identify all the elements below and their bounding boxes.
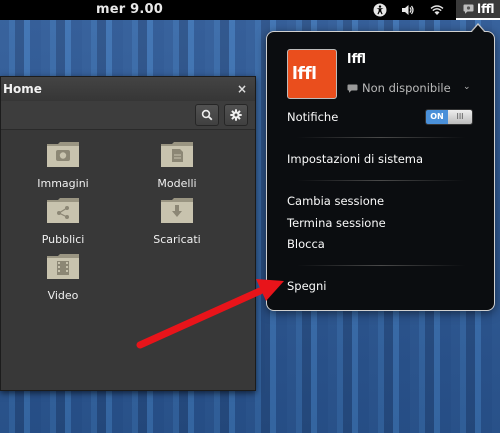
settings-button[interactable] bbox=[224, 104, 248, 126]
lock-item[interactable]: Blocca bbox=[287, 237, 325, 251]
folder-item-videos[interactable]: Video bbox=[23, 252, 103, 302]
avatar[interactable]: lffl bbox=[287, 49, 337, 99]
accessibility-icon[interactable] bbox=[373, 3, 387, 17]
avatar-logo-text: lffl bbox=[292, 64, 317, 84]
window-toolbar bbox=[1, 101, 255, 130]
item-label: Video bbox=[47, 289, 79, 302]
system-settings-item[interactable]: Impostazioni di sistema bbox=[287, 152, 423, 166]
toggle-knob: III bbox=[448, 110, 472, 124]
folder-item-public[interactable]: Pubblici bbox=[23, 196, 103, 246]
notifications-toggle[interactable]: ON III bbox=[425, 109, 473, 125]
downloads-folder-icon bbox=[161, 198, 193, 223]
menu-separator bbox=[297, 137, 465, 138]
user-menu-button[interactable]: lffl bbox=[456, 0, 500, 20]
item-label: Scaricati bbox=[153, 233, 201, 246]
user-menu-popup: lffl lffl Non disponibile ⌄ Notifiche ON… bbox=[266, 31, 495, 311]
status-text: Non disponibile bbox=[362, 81, 451, 95]
pictures-folder-icon bbox=[47, 142, 79, 167]
volume-icon[interactable] bbox=[401, 3, 415, 17]
public-folder-icon bbox=[47, 198, 79, 223]
file-icon-view[interactable]: Immagini Modelli Pubblici Scaricati Vide… bbox=[1, 130, 255, 390]
folder-item-downloads[interactable]: Scaricati bbox=[137, 196, 217, 246]
log-out-item[interactable]: Termina sessione bbox=[287, 216, 386, 230]
menu-separator bbox=[297, 180, 465, 181]
templates-folder-icon bbox=[161, 142, 193, 167]
item-label: Immagini bbox=[37, 177, 89, 190]
menu-separator bbox=[297, 265, 465, 266]
search-button[interactable] bbox=[195, 104, 219, 126]
toggle-on-label: ON bbox=[426, 110, 448, 124]
window-titlebar[interactable]: Home × bbox=[1, 77, 255, 101]
videos-folder-icon bbox=[47, 254, 79, 279]
chevron-down-icon: ⌄ bbox=[463, 82, 471, 92]
status-selector[interactable]: Non disponibile ⌄ bbox=[347, 81, 472, 97]
user-status-icon bbox=[463, 4, 474, 14]
notifications-label: Notifiche bbox=[287, 110, 339, 124]
switch-user-item[interactable]: Cambia sessione bbox=[287, 194, 384, 208]
folder-item-pictures[interactable]: Immagini bbox=[23, 140, 103, 190]
popup-username: lffl bbox=[347, 52, 366, 67]
clock[interactable]: mer 9.00 bbox=[96, 2, 163, 17]
close-icon[interactable]: × bbox=[234, 81, 250, 97]
item-label: Pubblici bbox=[41, 233, 85, 246]
top-bar: mer 9.00 lffl bbox=[0, 0, 500, 20]
wifi-icon[interactable] bbox=[430, 3, 444, 17]
status-bubble-icon bbox=[347, 84, 358, 93]
item-label: Modelli bbox=[157, 177, 197, 190]
file-manager-window[interactable]: Home × Immagini Modelli Pubblici Scarica… bbox=[0, 76, 256, 391]
search-icon bbox=[201, 109, 213, 121]
top-bar-username: lffl bbox=[477, 2, 495, 16]
window-title: Home bbox=[3, 82, 42, 96]
popup-pointer-inner bbox=[471, 25, 485, 33]
gear-icon bbox=[230, 109, 242, 121]
power-off-item[interactable]: Spegni bbox=[287, 279, 326, 293]
folder-item-templates[interactable]: Modelli bbox=[137, 140, 217, 190]
